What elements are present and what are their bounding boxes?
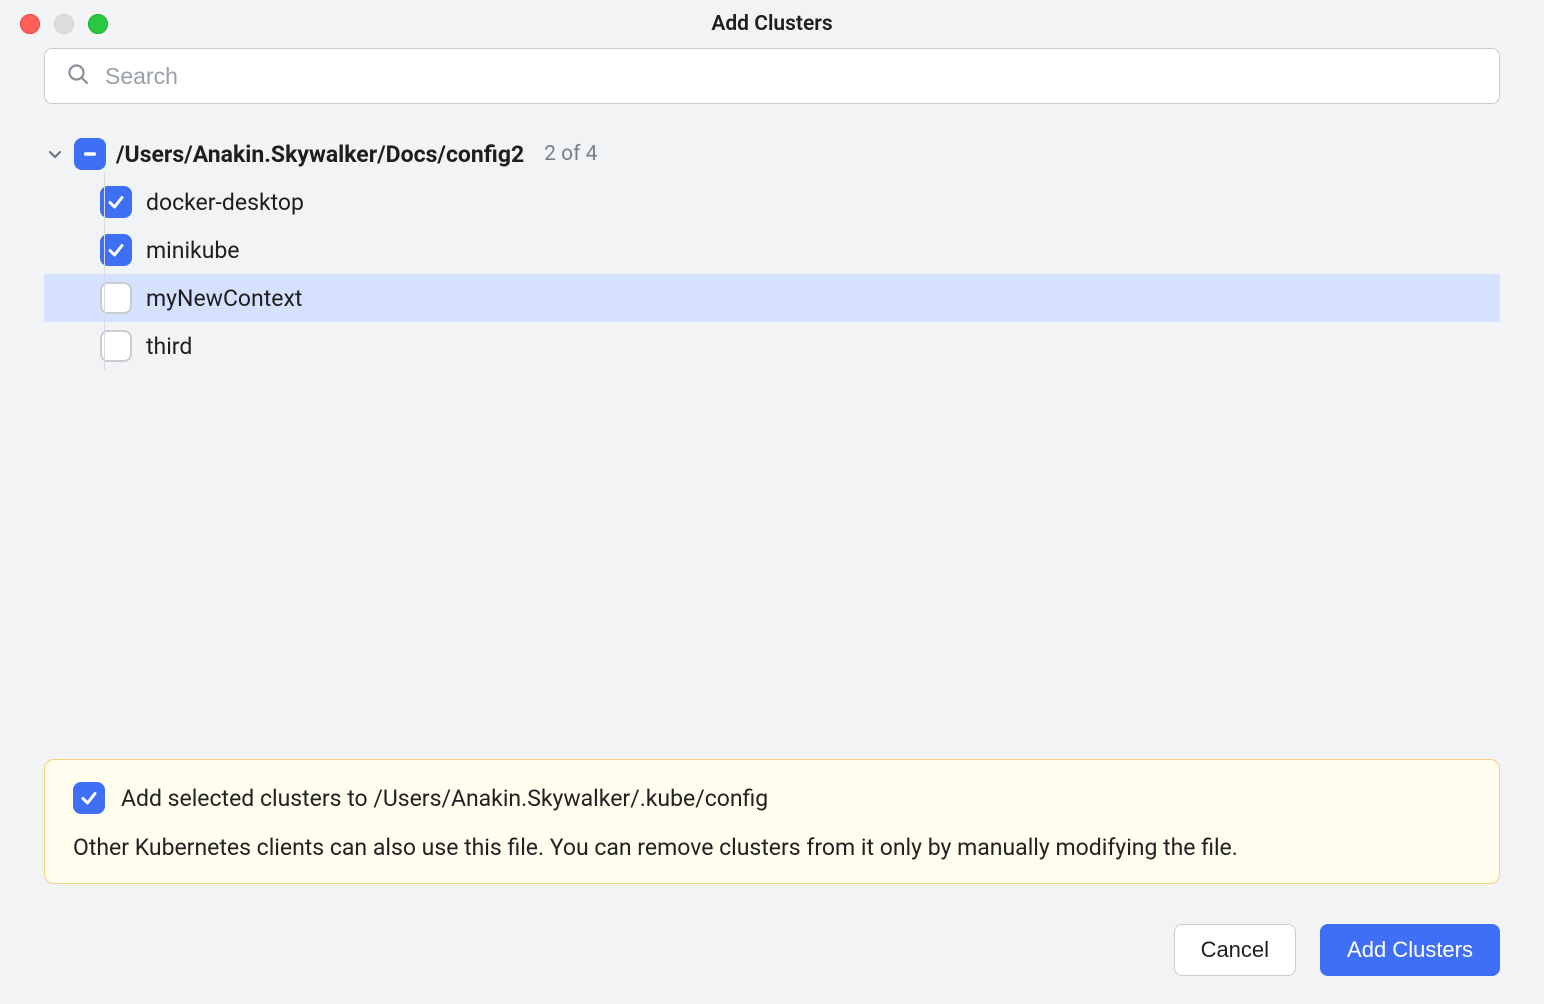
dialog-window: Add Clusters /Users/Anakin.Skywalker/Doc… [0, 0, 1544, 1004]
tree-item-label: third [146, 333, 192, 360]
window-controls [20, 14, 108, 34]
tree-item[interactable]: third [44, 322, 1500, 370]
notice-body: Other Kubernetes clients can also use th… [73, 834, 1471, 861]
tree-children: docker-desktop minikube myNewContext third [44, 178, 1500, 370]
notice-checkbox-label: Add selected clusters to /Users/Anakin.S… [121, 785, 768, 812]
add-clusters-button[interactable]: Add Clusters [1320, 924, 1500, 976]
zoom-icon[interactable] [88, 14, 108, 34]
root-checkbox[interactable] [74, 138, 106, 170]
tree-inner: /Users/Anakin.Skywalker/Docs/config2 2 o… [44, 124, 1500, 370]
tree-item[interactable]: docker-desktop [44, 178, 1500, 226]
tree-item-label: myNewContext [146, 285, 302, 312]
tree-item[interactable]: minikube [44, 226, 1500, 274]
add-to-kube-config-checkbox[interactable] [73, 782, 105, 814]
close-icon[interactable] [20, 14, 40, 34]
tree-guide [104, 172, 105, 370]
tree-root-row[interactable]: /Users/Anakin.Skywalker/Docs/config2 2 o… [44, 130, 1500, 178]
tree-item-label: docker-desktop [146, 189, 304, 216]
dialog-footer: Cancel Add Clusters [44, 904, 1500, 976]
cluster-tree: /Users/Anakin.Skywalker/Docs/config2 2 o… [44, 124, 1500, 739]
tree-item-label: minikube [146, 237, 240, 264]
search-wrap [44, 48, 1500, 104]
dialog-title: Add Clusters [711, 12, 832, 36]
dialog-content: /Users/Anakin.Skywalker/Docs/config2 2 o… [0, 48, 1544, 1004]
root-path: /Users/Anakin.Skywalker/Docs/config2 [116, 141, 524, 168]
notice-top: Add selected clusters to /Users/Anakin.S… [73, 782, 1471, 814]
chevron-down-icon[interactable] [46, 146, 64, 162]
cancel-button[interactable]: Cancel [1174, 924, 1296, 976]
titlebar: Add Clusters [0, 0, 1544, 48]
notice-banner: Add selected clusters to /Users/Anakin.S… [44, 759, 1500, 884]
search-input[interactable] [44, 48, 1500, 104]
root-count: 2 of 4 [544, 142, 597, 166]
minimize-icon [54, 14, 74, 34]
search-icon [66, 62, 90, 90]
tree-item[interactable]: myNewContext [44, 274, 1500, 322]
